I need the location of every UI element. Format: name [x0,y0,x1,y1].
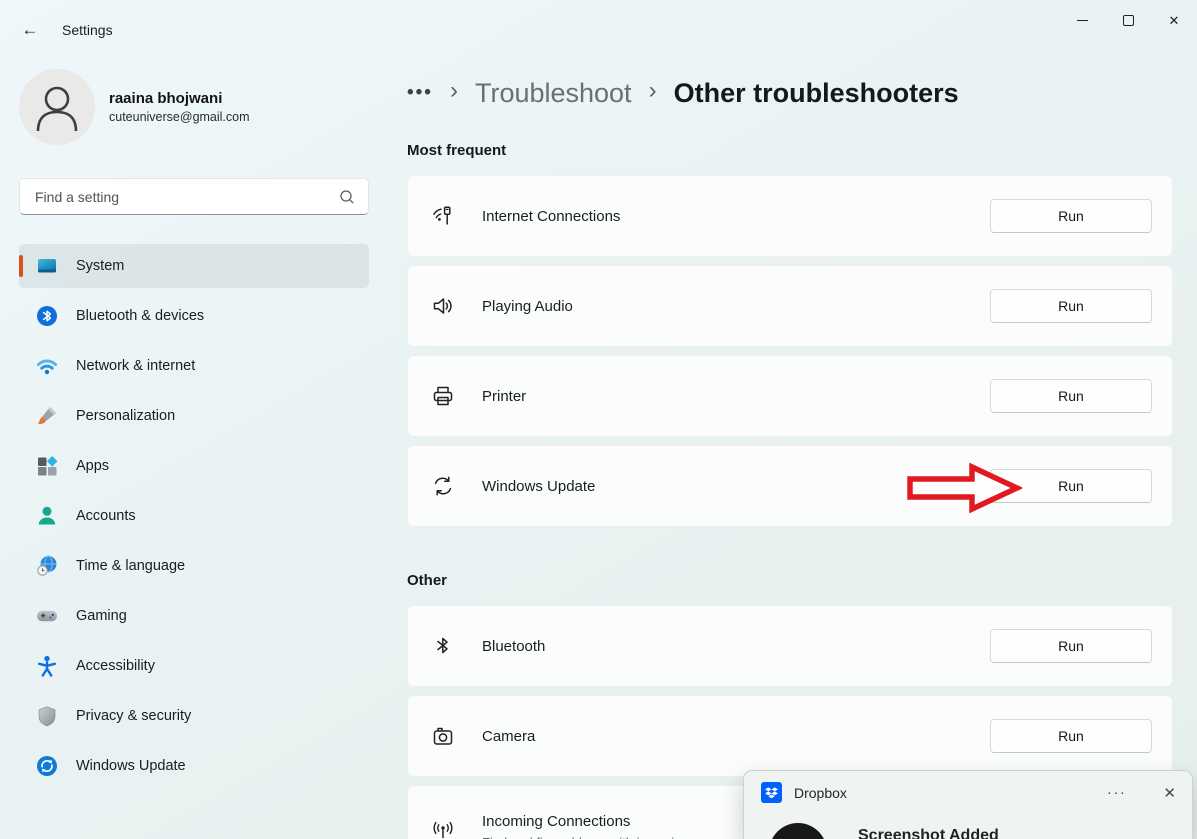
sidebar-nav: System Bluetooth & devices Network & int… [19,244,369,794]
troubleshooter-row-internet-connections: Internet Connections Run [407,175,1173,257]
bluetooth-glyph-icon [430,633,456,659]
troubleshooter-label: Camera [482,728,535,745]
sidebar-item-label: Network & internet [76,358,195,374]
chevron-right-icon: › [649,77,657,109]
sidebar-item-windows-update[interactable]: Windows Update [19,744,369,788]
toast-close-button[interactable]: ✕ [1163,784,1176,802]
shield-icon [36,705,58,727]
toast-app-name: Dropbox [794,785,847,801]
update-icon [36,755,58,777]
troubleshooter-description: Find and fix problems with incoming c [482,835,699,839]
bluetooth-icon [36,305,58,327]
user-name: raaina bhojwani [109,90,250,107]
run-button-bluetooth[interactable]: Run [990,629,1152,663]
avatar [19,69,95,145]
app-title: Settings [62,22,113,38]
sidebar-item-label: Bluetooth & devices [76,308,204,324]
troubleshooter-row-printer: Printer Run [407,355,1173,437]
dropbox-icon [761,782,782,803]
accessibility-icon [36,655,58,677]
user-profile[interactable]: raaina bhojwani cuteuniverse@gmail.com [19,69,250,145]
globe-clock-icon [36,555,58,577]
troubleshooter-row-playing-audio: Playing Audio Run [407,265,1173,347]
sidebar-item-apps[interactable]: Apps [19,444,369,488]
troubleshooter-label: Printer [482,388,526,405]
back-button[interactable]: ← [16,16,44,44]
system-icon [36,255,58,277]
person-icon [36,505,58,527]
wifi-device-icon [430,203,456,229]
troubleshooter-label: Incoming Connections [482,813,699,830]
refresh-icon [430,473,456,499]
wifi-icon [36,355,58,377]
troubleshooter-label: Internet Connections [482,208,620,225]
sidebar-item-time-language[interactable]: Time & language [19,544,369,588]
troubleshooter-row-windows-update: Windows Update Run [407,445,1173,527]
sidebar-item-label: Time & language [76,558,185,574]
search-box[interactable] [19,178,369,215]
run-button-camera[interactable]: Run [990,719,1152,753]
sidebar-item-privacy-security[interactable]: Privacy & security [19,694,369,738]
sidebar-item-label: Personalization [76,408,175,424]
troubleshooter-row-camera: Camera Run [407,695,1173,777]
chevron-right-icon: › [450,77,458,109]
antenna-icon [430,818,456,839]
toast-more-button[interactable]: ··· [1107,784,1127,801]
breadcrumb: ••• › Troubleshoot › Other troubleshoote… [407,70,959,116]
printer-icon [430,383,456,409]
toast-avatar [769,823,827,839]
camera-icon [430,723,456,749]
sidebar-item-accessibility[interactable]: Accessibility [19,644,369,688]
dropbox-notification[interactable]: Dropbox ··· ✕ Screenshot Added [743,770,1193,839]
main-content: ••• › Troubleshoot › Other troubleshoote… [407,0,1173,839]
gamepad-icon [36,605,58,627]
sidebar-item-label: Windows Update [76,758,186,774]
breadcrumb-ellipsis-button[interactable]: ••• [407,82,433,104]
section-title-most-frequent: Most frequent [407,142,506,159]
run-button-printer[interactable]: Run [990,379,1152,413]
troubleshooter-label: Playing Audio [482,298,573,315]
accent-bar [19,255,23,277]
apps-icon [36,455,58,477]
sidebar-item-system[interactable]: System [19,244,369,288]
troubleshooter-label: Bluetooth [482,638,545,655]
sidebar-item-label: Accessibility [76,658,155,674]
search-icon [339,189,355,205]
paintbrush-icon [36,405,58,427]
section-title-other: Other [407,572,447,589]
sidebar-item-bluetooth-devices[interactable]: Bluetooth & devices [19,294,369,338]
sidebar-item-label: Privacy & security [76,708,191,724]
user-email: cuteuniverse@gmail.com [109,110,250,124]
sidebar-item-label: Gaming [76,608,127,624]
sidebar-item-gaming[interactable]: Gaming [19,594,369,638]
sidebar: raaina bhojwani cuteuniverse@gmail.com S… [0,48,390,839]
sidebar-item-accounts[interactable]: Accounts [19,494,369,538]
speaker-icon [430,293,456,319]
toast-message-title: Screenshot Added [858,827,999,839]
search-input[interactable] [20,189,339,205]
run-button-windows-update[interactable]: Run [990,469,1152,503]
run-button-playing-audio[interactable]: Run [990,289,1152,323]
run-button-internet-connections[interactable]: Run [990,199,1152,233]
person-outline-icon [19,69,95,145]
page-title: Other troubleshooters [674,78,959,109]
sidebar-item-label: Apps [76,458,109,474]
sidebar-item-label: Accounts [76,508,136,524]
back-arrow-icon: ← [22,20,39,40]
sidebar-item-personalization[interactable]: Personalization [19,394,369,438]
troubleshooter-label: Windows Update [482,478,595,495]
sidebar-item-label: System [76,258,124,274]
sidebar-item-network-internet[interactable]: Network & internet [19,344,369,388]
troubleshooter-row-bluetooth: Bluetooth Run [407,605,1173,687]
breadcrumb-troubleshoot-link[interactable]: Troubleshoot [475,78,632,109]
